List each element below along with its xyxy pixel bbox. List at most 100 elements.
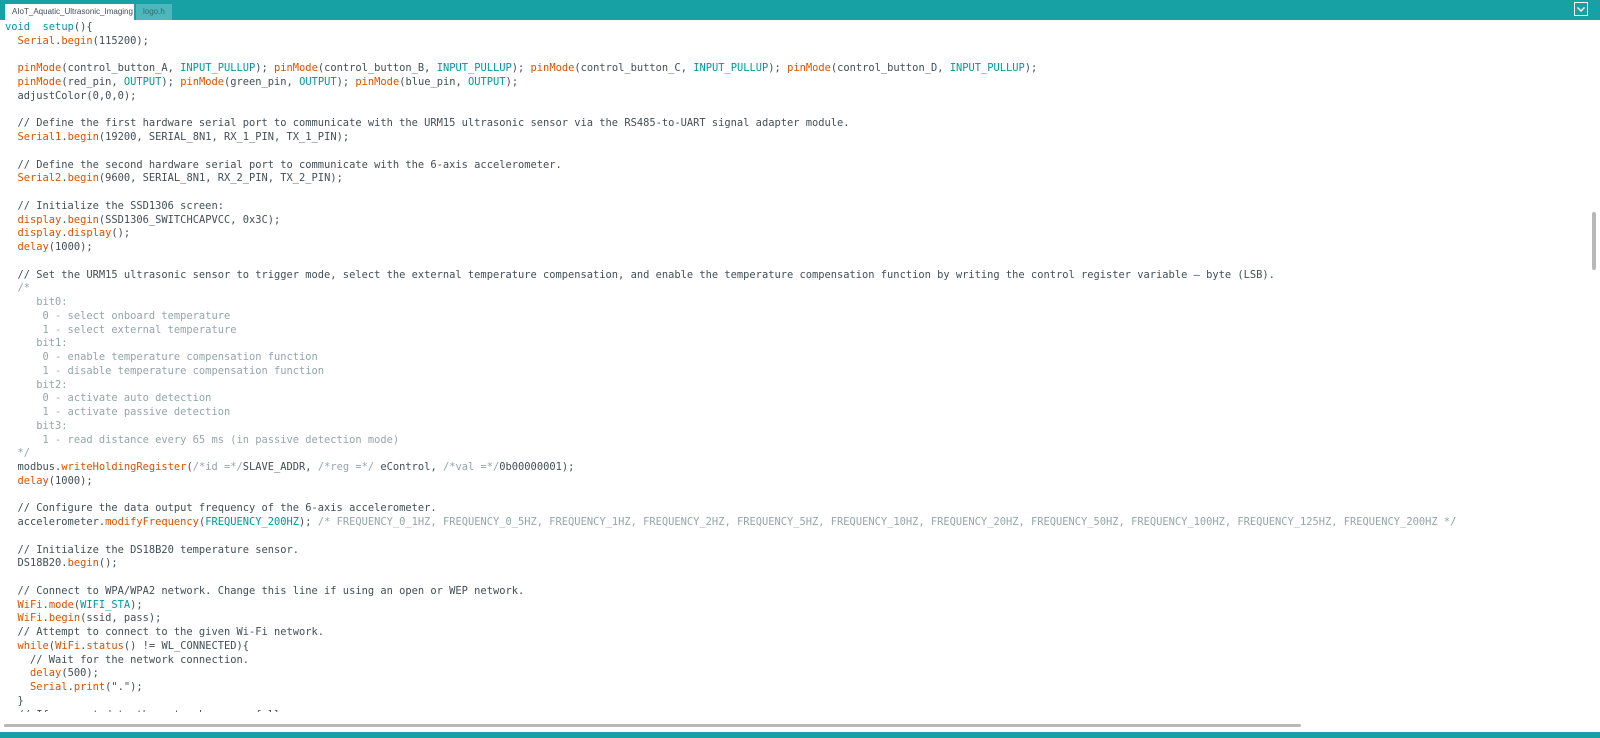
code-line: ​ (5, 186, 1456, 200)
code-line: Serial2.begin(9600, SERIAL_8N1, RX_2_PIN… (5, 172, 1456, 186)
code-line: ​ (5, 489, 1456, 503)
code-line: pinMode(control_button_A, INPUT_PULLUP);… (5, 62, 1456, 76)
code-token: (red_pin, (61, 76, 124, 88)
code-token: 0b00000001); (499, 461, 575, 473)
code-line: // Define the second hardware serial por… (5, 159, 1456, 173)
code-token: 0 - activate auto detection (5, 392, 212, 405)
horizontal-scrollbar-thumb[interactable] (4, 724, 1301, 727)
code-line: ​ (5, 255, 1456, 269)
code-line: 0 - enable temperature compensation func… (5, 351, 1456, 365)
code-line: // Initialize the SSD1306 screen: (5, 200, 1456, 214)
tab-menu-button[interactable] (1574, 2, 1588, 16)
tab-bar: AIoT_Aquatic_Ultrasonic_Imaging logo.h (0, 0, 1600, 20)
code-token: 1 - select external temperature (5, 323, 237, 336)
code-line: bit2: (5, 379, 1456, 393)
code-token: Serial (30, 681, 68, 693)
code-token: // Set the URM15 ultrasonic sensor to tr… (5, 268, 1275, 281)
code-token: modbus. (5, 461, 62, 473)
horizontal-scrollbar[interactable] (0, 712, 1600, 732)
code-token: 1 - disable temperature compensation fun… (5, 364, 325, 377)
code-line: } (5, 695, 1456, 709)
code-line: Serial.print("."); (5, 681, 1456, 695)
code-token: // Define the first hardware serial port… (5, 117, 850, 130)
code-token: print (73, 681, 106, 693)
chevron-down-icon (1574, 2, 1588, 16)
code-token: delay (17, 241, 49, 253)
code-token: status (86, 639, 124, 652)
code-token: (SSD1306_SWITCHCAPVCC, 0x3C); (98, 213, 281, 226)
code-token: mode (48, 598, 74, 611)
code-token: SLAVE_ADDR, (242, 461, 318, 473)
code-token: begin (67, 213, 99, 226)
code-editor[interactable]: void setup(){ Serial.begin(115200);​ pin… (0, 20, 1590, 712)
code-line: // Attempt to connect to the given Wi-Fi… (5, 626, 1456, 640)
code-token: void (5, 21, 31, 33)
code-line: bit1: (5, 337, 1456, 351)
code-token: (1000); (48, 241, 93, 253)
code-token: // Initialize the DS18B20 temperature se… (5, 543, 300, 556)
code-token: ); (130, 598, 143, 611)
code-token: pinMode (787, 62, 831, 75)
code-token: pinMode (180, 76, 224, 88)
code-token: setup (42, 21, 74, 33)
code-line: pinMode(red_pin, OUTPUT); pinMode(green_… (5, 76, 1456, 90)
vertical-scrollbar[interactable] (1590, 20, 1600, 712)
code-token: (500); (61, 667, 99, 680)
code-token: begin (67, 172, 99, 185)
code-token: INPUT_PULLUP (693, 62, 769, 75)
code-token: /* (5, 282, 31, 295)
code-token: 1 - read distance every 65 ms (in passiv… (5, 433, 400, 446)
code-token: // Attempt to connect to the given Wi-Fi… (5, 626, 325, 638)
code-token: delay (30, 667, 62, 680)
code-token: delay (17, 474, 49, 487)
code-token: 0 - enable temperature compensation func… (5, 351, 318, 363)
code-line: // Define the first hardware serial port… (5, 117, 1456, 131)
code-token: ); (161, 76, 181, 88)
vertical-scrollbar-thumb[interactable] (1592, 212, 1596, 270)
code-token: begin (67, 131, 99, 143)
tab-logo-h[interactable]: logo.h (136, 4, 172, 20)
code-token: FREQUENCY_200HZ (205, 516, 300, 528)
tab-aiot-aquatic-ultrasonic-imaging[interactable]: AIoT_Aquatic_Ultrasonic_Imaging (5, 4, 134, 20)
code-token: ); (299, 516, 318, 528)
code-content: void setup(){ Serial.begin(115200);​ pin… (5, 21, 1456, 712)
code-token: (ssid, pass); (80, 612, 162, 625)
code-token: WiFi (17, 612, 43, 625)
code-token: /*reg =*/ (317, 461, 375, 473)
code-line: bit3: (5, 420, 1456, 434)
code-token: /* FREQUENCY_0_1HZ, FREQUENCY_0_5HZ, FRE… (317, 516, 1457, 528)
code-token: (); (98, 557, 118, 570)
code-token: INPUT_PULLUP (949, 62, 1025, 75)
code-token: OUTPUT (468, 76, 506, 88)
code-token: (control_button_B, (317, 62, 437, 75)
code-line: Serial.begin(115200); (5, 35, 1456, 49)
code-line: display.begin(SSD1306_SWITCHCAPVCC, 0x3C… (5, 214, 1456, 228)
code-token: // Initialize the SSD1306 screen: (5, 199, 224, 212)
code-token: Serial2 (17, 172, 62, 185)
code-line: // Configure the data output frequency o… (5, 502, 1456, 516)
code-line: ​ (5, 145, 1456, 159)
status-bar (0, 732, 1600, 738)
code-token: adjustColor(0,0,0); (5, 89, 137, 102)
code-line: WiFi.mode(WIFI_STA); (5, 599, 1456, 613)
code-token: /*val =*/ (442, 461, 500, 473)
code-line: modbus.writeHoldingRegister(/*id =*/SLAV… (5, 461, 1456, 475)
code-token: (); (111, 227, 131, 240)
code-token: display (17, 213, 62, 226)
code-token: (control_button_D, (830, 62, 950, 75)
code-line: // Connect to WPA/WPA2 network. Change t… (5, 585, 1456, 599)
code-line: 1 - disable temperature compensation fun… (5, 365, 1456, 379)
code-line: WiFi.begin(ssid, pass); (5, 612, 1456, 626)
code-token: // Connect to WPA/WPA2 network. Change t… (5, 584, 525, 597)
code-token: WiFi (55, 639, 81, 652)
